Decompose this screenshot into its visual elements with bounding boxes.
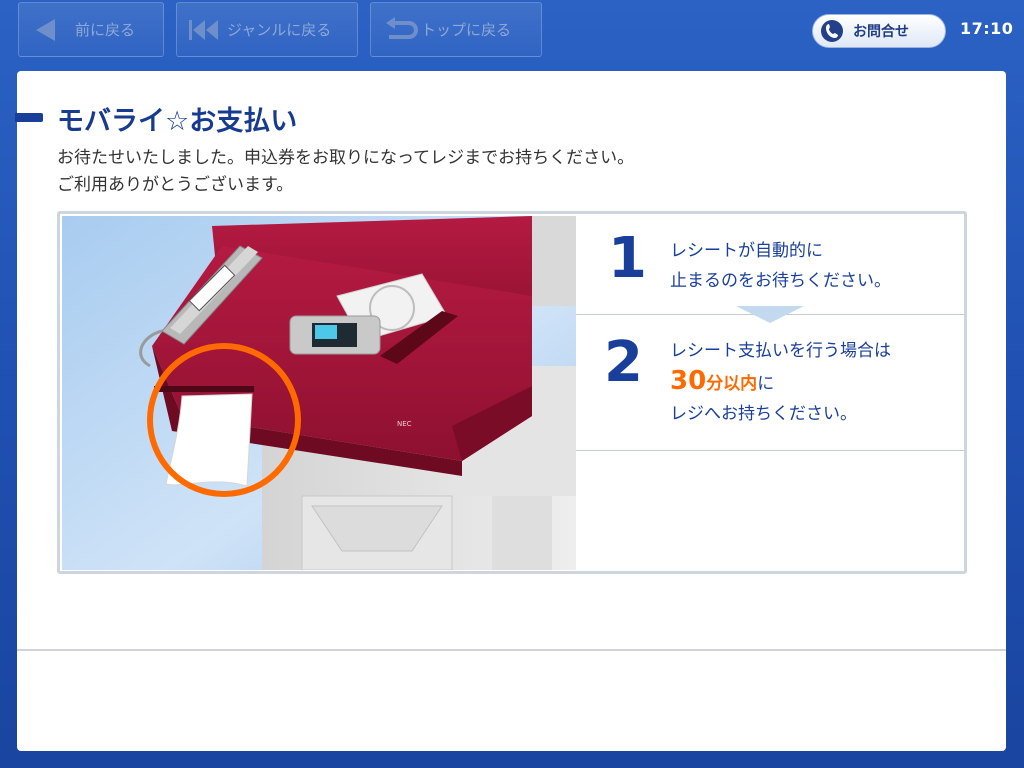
step-2-line-2-suffix: に bbox=[757, 374, 775, 394]
instruction-line-2: ご利用ありがとうございます。 bbox=[57, 175, 294, 195]
step-1-line-2: 止まるのをお待ちください。 bbox=[670, 271, 891, 291]
step-2-line-2: 30分以内に bbox=[670, 366, 891, 399]
back-button[interactable]: 前に戻る bbox=[18, 2, 164, 57]
instruction-message: お待たせいたしました。申込券をお取りになってレジまでお持ちください。 ご利用あり… bbox=[57, 145, 634, 199]
brand-mark: NEC bbox=[397, 420, 412, 428]
step-2-number: 2 bbox=[604, 330, 643, 395]
main-panel: モバライ☆お支払い お待たせいたしました。申込券をお取りになってレジまでお持ちく… bbox=[15, 71, 1006, 751]
step-1: 1 レシートが自動的に 止まるのをお待ちください。 bbox=[576, 214, 964, 314]
top-navigation-bar: 前に戻る ジャンルに戻る トップに戻る お問合せ 17:10 bbox=[0, 0, 1024, 62]
return-arrow-icon bbox=[386, 16, 418, 39]
footer-divider bbox=[17, 649, 1006, 651]
skip-back-icon bbox=[189, 19, 218, 40]
contact-button-label: お問合せ bbox=[853, 24, 909, 40]
step-divider-bottom bbox=[576, 450, 964, 451]
back-button-label: 前に戻る bbox=[75, 21, 136, 39]
step-2-line-3: レジへお持ちください。 bbox=[670, 404, 857, 424]
contact-button[interactable]: お問合せ bbox=[812, 14, 946, 48]
arrow-left-icon bbox=[36, 18, 55, 41]
back-to-genre-label: ジャンルに戻る bbox=[227, 21, 332, 39]
step-1-text: レシートが自動的に 止まるのをお待ちください。 bbox=[670, 236, 891, 296]
instruction-line-1: お待たせいたしました。申込券をお取りになってレジまでお持ちください。 bbox=[57, 148, 635, 168]
instruction-box: NEC 1 レシートが自動的に 止まるのをお待ちください。 2 レシート支払いを… bbox=[57, 211, 967, 574]
step-1-number: 1 bbox=[608, 226, 647, 291]
steps-panel: 1 レシートが自動的に 止まるのをお待ちください。 2 レシート支払いを行う場合… bbox=[576, 214, 964, 571]
title-accent-bar bbox=[15, 113, 43, 122]
clock-time: 17:10 bbox=[960, 19, 1014, 38]
step-1-line-1: レシートが自動的に bbox=[670, 241, 823, 261]
back-to-top-label: トップに戻る bbox=[421, 21, 512, 39]
phone-icon bbox=[821, 20, 843, 42]
back-to-top-button[interactable]: トップに戻る bbox=[370, 2, 542, 57]
kiosk-illustration: NEC bbox=[62, 216, 576, 570]
step-2-line-1: レシート支払いを行う場合は bbox=[670, 341, 891, 361]
step-2-text: レシート支払いを行う場合は 30分以内に レジへお持ちください。 bbox=[670, 336, 891, 429]
back-to-genre-button[interactable]: ジャンルに戻る bbox=[176, 2, 358, 57]
time-limit-unit: 分以内 bbox=[706, 374, 758, 394]
step-2: 2 レシート支払いを行う場合は 30分以内に レジへお持ちください。 bbox=[576, 314, 964, 450]
time-limit-number: 30 bbox=[670, 366, 707, 396]
page-title: モバライ☆お支払い bbox=[57, 106, 298, 137]
